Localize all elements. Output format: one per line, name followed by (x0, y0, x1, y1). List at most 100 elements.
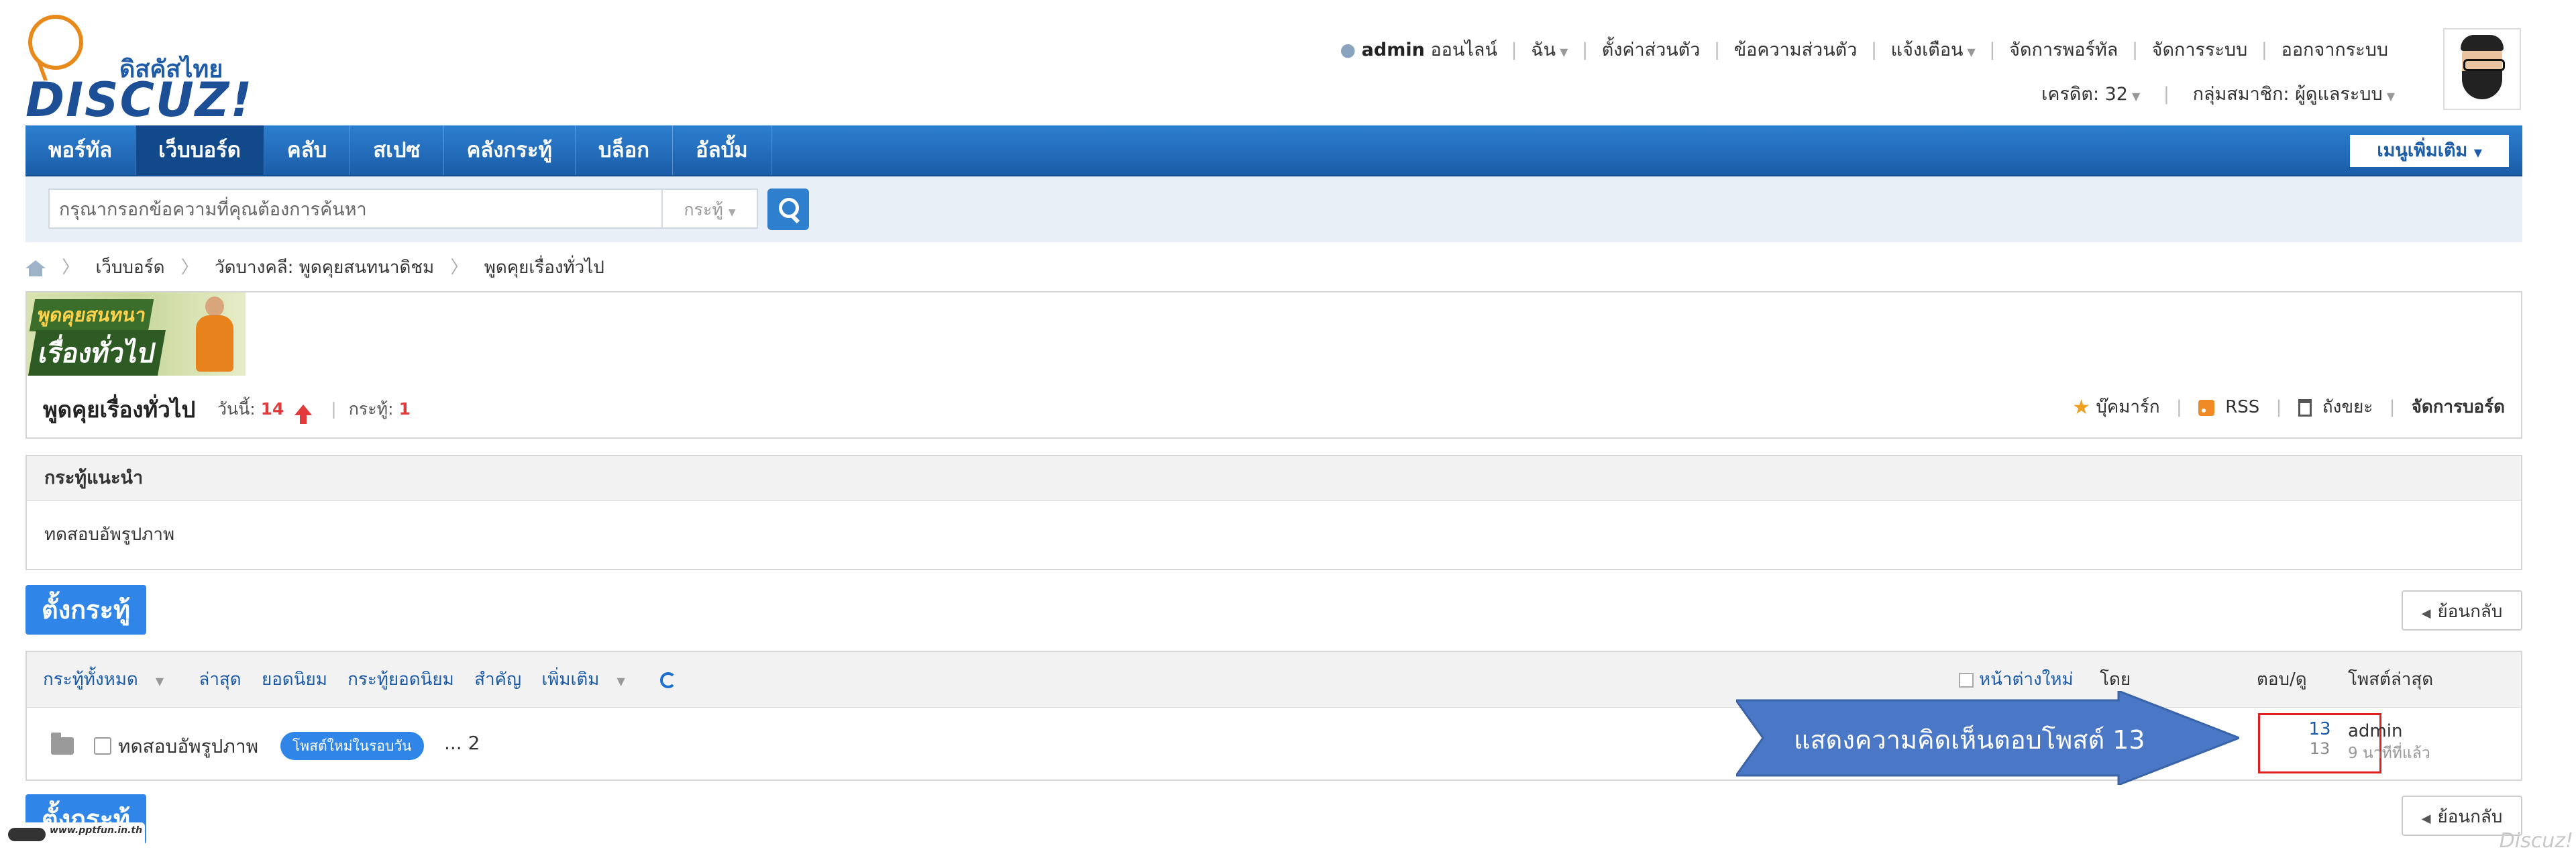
filter-hot-threads[interactable]: กระทู้ยอดนิยม (347, 669, 454, 690)
menu-portal-admin[interactable]: จัดการพอร์ทัล (2009, 40, 2118, 60)
menu-notifications[interactable]: แจ้งเตือน (1891, 40, 1964, 60)
search-icon-handle (790, 213, 800, 224)
chevron-down-icon: ▼ (155, 675, 164, 688)
monk-robe (196, 315, 233, 372)
filter-more-label: เพิ่มเติม (541, 669, 600, 690)
filter-more[interactable]: เพิ่มเติม ▼ (541, 669, 639, 690)
forum-title: พูดคุยเรื่องทั่วไป (43, 396, 196, 423)
breadcrumb-category[interactable]: วัดบางคลี: พูดคุยสนทนาดิชม (215, 258, 434, 278)
annotation-arrow: แสดงความคิดเห็นตอบโพสต์ 13 (1736, 691, 2239, 785)
group-link[interactable]: กลุ่มสมาชิก: ผู้ดูแลระบบ (2193, 84, 2383, 105)
filter-important[interactable]: สำคัญ (474, 669, 521, 690)
banner-line2: เรื่องทั่วไป (28, 330, 166, 376)
search-input[interactable]: กรุณากรอกข้อความที่คุณต้องการค้นหา (48, 189, 663, 229)
thread-checkbox[interactable] (94, 737, 111, 755)
banner-line1: พูดคุยสนทนา (29, 299, 154, 331)
thread-title[interactable]: ทดสอบอัพรูปภาพ (118, 732, 258, 761)
threads-value: 1 (398, 399, 411, 419)
rss-link[interactable]: RSS (2225, 397, 2259, 417)
home-icon[interactable] (25, 260, 46, 276)
breadcrumb-board[interactable]: พูดคุยเรื่องทั่วไป (484, 258, 604, 278)
breadcrumb: 〉 เว็บบอร์ด 〉 วัดบางคลี: พูดคุยสนทนาดิชม… (25, 254, 604, 281)
divider: | (2275, 397, 2282, 417)
chevron-down-icon: ▼ (2132, 90, 2141, 103)
forum-header: พูดคุยสนทนา เรื่องทั่วไป พูดคุยเรื่องทั่… (25, 291, 2522, 439)
nav-portal[interactable]: พอร์ทัล (25, 125, 136, 175)
chevron-down-icon: ▼ (728, 207, 736, 218)
divider: | (1581, 40, 1589, 60)
back-button[interactable]: ย้อนกลับ (2402, 590, 2522, 631)
divider: | (2389, 397, 2396, 417)
refresh-icon[interactable] (660, 671, 677, 688)
divider: | (2261, 40, 2268, 60)
threads-label: กระทู้: (348, 399, 394, 419)
avatar-hair (2461, 35, 2504, 51)
nav-album[interactable]: อัลบั้ม (673, 125, 771, 175)
more-menu-button[interactable]: เมนูเพิ่มเติม ▼ (2350, 135, 2509, 167)
site-logo[interactable]: ดิสคัสไทย DISCUZ! (25, 15, 252, 127)
avatar-beard (2462, 71, 2502, 99)
filter-all[interactable]: กระทู้ทั้งหมด ▼ (43, 669, 178, 690)
username-link[interactable]: admin (1362, 40, 1425, 60)
new-thread-button[interactable]: ตั้งกระทู้ (25, 585, 146, 635)
today-value: 14 (260, 399, 284, 419)
menu-system-admin[interactable]: จัดการระบบ (2152, 40, 2248, 60)
star-icon: ★ (2072, 396, 2091, 419)
last-post-user[interactable]: admin (2348, 721, 2430, 741)
search-icon (779, 198, 799, 218)
chevron-down-icon: ▼ (2473, 146, 2482, 159)
nav-forum[interactable]: เว็บบอร์ด (136, 125, 264, 175)
watermark-logo: www.pptfun.in.th (7, 822, 145, 851)
recommended-item[interactable]: ทดสอบอัพรูปภาพ (27, 501, 2521, 568)
credit-link[interactable]: เครดิต: 32 (2041, 84, 2128, 105)
manage-board-link[interactable]: จัดการบอร์ด (2412, 397, 2505, 417)
new-post-badge: โพสต์ใหม่ในรอบวัน (280, 732, 424, 760)
divider: | (331, 399, 337, 419)
divider: | (1870, 40, 1878, 60)
new-window-label: หน้าต่างใหม่ (1979, 669, 2074, 690)
folder-icon[interactable] (51, 733, 74, 755)
online-status[interactable]: ออนไลน์ (1430, 40, 1497, 60)
divider: | (2176, 397, 2182, 417)
breadcrumb-forum[interactable]: เว็บบอร์ด (96, 258, 165, 278)
last-post-time[interactable]: 9 นาทีที่แล้ว (2348, 741, 2430, 765)
footer-logo: Discuz! (2499, 829, 2573, 853)
user-toolbar: ● admin ออนไลน์ | ฉัน ▼ | ตั้งค่าส่วนตัว … (1340, 35, 2388, 64)
new-window-checkbox[interactable] (1959, 672, 1974, 688)
annotation-text: แสดงความคิดเห็นตอบโพสต์ 13 (1794, 725, 2145, 755)
avatar[interactable] (2443, 28, 2521, 110)
speech-bubble-icon (28, 15, 83, 70)
divider: | (1511, 40, 1517, 60)
today-label: วันนี้: (217, 399, 256, 419)
chevron-down-icon: ▼ (1560, 46, 1568, 58)
nav-club[interactable]: คลับ (264, 125, 351, 175)
filter-latest[interactable]: ล่าสุด (199, 669, 241, 690)
column-replies-views: ตอบ/ดู (2257, 669, 2307, 690)
car-icon (8, 828, 46, 841)
search-button[interactable] (767, 189, 809, 230)
forum-banner: พูดคุยสนทนา เรื่องทั่วไป (27, 292, 246, 376)
filter-links: กระทู้ทั้งหมด ▼ ล่าสุด ยอดนิยม กระทู้ยอดน… (43, 652, 691, 709)
divider: | (1989, 40, 1996, 60)
nav-blog[interactable]: บล็อก (576, 125, 674, 175)
avatar-glasses (2463, 59, 2505, 71)
search-type-select[interactable]: กระทู้ ▼ (663, 189, 758, 229)
divider: | (2163, 84, 2170, 105)
menu-settings[interactable]: ตั้งค่าส่วนตัว (1602, 40, 1701, 60)
thread-page-link[interactable]: ... 2 (444, 732, 480, 754)
bookmark-link[interactable]: บุ๊คมาร์ก (2096, 397, 2159, 417)
menu-logout[interactable]: ออกจากระบบ (2282, 40, 2388, 60)
monk-illustration (193, 297, 236, 372)
filter-popular[interactable]: ยอดนิยม (262, 669, 327, 690)
forum-actions: ★ บุ๊คมาร์ก | RSS | ถังขยะ | จัดการบอร์ด (2072, 393, 2505, 421)
nav-space[interactable]: สเปซ (350, 125, 444, 175)
chevron-right-icon: 〉 (62, 258, 80, 278)
menu-messages[interactable]: ข้อความส่วนตัว (1734, 40, 1858, 60)
menu-me[interactable]: ฉัน (1531, 40, 1556, 60)
column-last-post: โพสต์ล่าสุด (2348, 669, 2434, 690)
nav-thread-archive[interactable]: คลังกระทู้ (444, 125, 576, 175)
watermark-text: www.pptfun.in.th (50, 825, 143, 836)
logo-wordmark: DISCUZ! (25, 72, 254, 127)
trash-link[interactable]: ถังขยะ (2322, 397, 2373, 417)
filter-all-label: กระทู้ทั้งหมด (43, 669, 138, 690)
